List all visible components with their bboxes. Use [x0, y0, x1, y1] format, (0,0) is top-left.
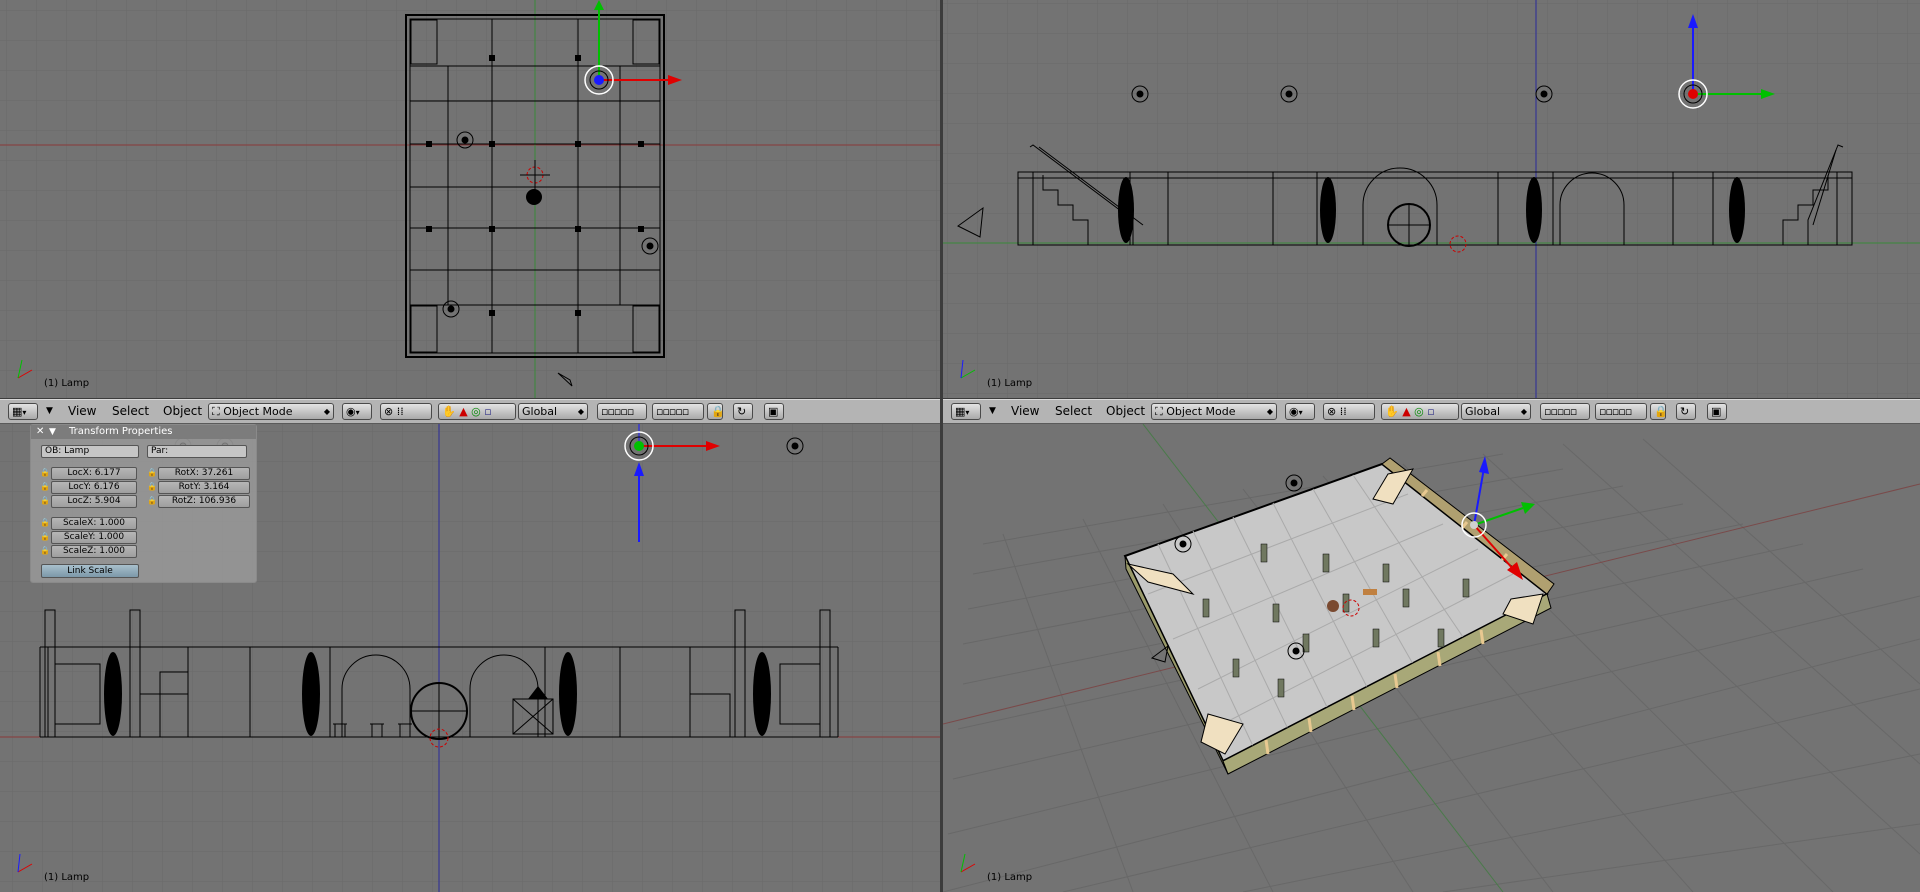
viewport-front-canvas [943, 0, 1920, 398]
lock-icon[interactable]: 🔒 [40, 467, 50, 479]
lock-icon[interactable]: 🔒 [40, 545, 50, 557]
sphere-object [1327, 600, 1339, 612]
render-icon[interactable]: ▣ [1707, 403, 1727, 420]
menu-object[interactable]: Object [159, 403, 206, 420]
layer-buttons-1[interactable]: ▫▫▫▫▫ [597, 403, 647, 420]
lock-icon[interactable]: 🔒 [147, 481, 157, 493]
layer-buttons-2[interactable]: ▫▫▫▫▫ [652, 403, 704, 420]
link-scale-button[interactable]: Link Scale [41, 564, 139, 578]
collapse-icon[interactable]: ▼ [49, 425, 56, 439]
scalez-field[interactable]: ScaleZ: 1.000 [51, 545, 137, 558]
mode-label: Object Mode [1166, 405, 1236, 418]
orientation-label: Global [1465, 405, 1501, 418]
roty-field[interactable]: RotY: 3.164 [158, 481, 250, 494]
lock-icon[interactable]: 🔒 [40, 495, 50, 507]
scaley-field[interactable]: ScaleY: 1.000 [51, 531, 137, 544]
manipulator-icon[interactable]: ✋ ▲ ◎ ▫ [1381, 403, 1459, 420]
menu-select[interactable]: Select [1051, 403, 1096, 420]
header-collapse-icon[interactable]: ▼ [42, 403, 57, 420]
header-collapse-icon[interactable]: ▼ [985, 403, 1000, 420]
viewport-top-canvas [0, 0, 940, 398]
z-arrow-icon [634, 462, 644, 542]
lock-icon[interactable]: 🔒 [707, 403, 723, 420]
viewport-header-right: ▦▾ ▼ View Select Object ⛶ Object Mode ◆ ◉… [943, 399, 1920, 424]
layer-buttons-1[interactable]: ▫▫▫▫▫ [1540, 403, 1590, 420]
menu-object[interactable]: Object [1102, 403, 1149, 420]
lock-icon[interactable]: 🔒 [40, 531, 50, 543]
lock-icon[interactable]: 🔒 [1650, 403, 1666, 420]
stools [333, 723, 412, 737]
orientation-label: Global [522, 405, 558, 418]
shading-icon[interactable]: ◉▾ [342, 403, 372, 420]
close-icon[interactable]: ✕ [36, 425, 44, 439]
orientation-select[interactable]: Global ◆ [1461, 403, 1531, 420]
viewport-status: (1) Lamp [987, 872, 1033, 883]
snap-icon[interactable]: ↻ [733, 403, 753, 420]
locy-field[interactable]: LocY: 6.176 [51, 481, 137, 494]
orientation-select[interactable]: Global ◆ [518, 403, 588, 420]
rotation-pivot-icon[interactable]: ⊗ ⁞⁞ [380, 403, 432, 420]
viewport-status: (1) Lamp [44, 872, 90, 883]
rotz-field[interactable]: RotZ: 106.936 [158, 495, 250, 508]
lock-icon[interactable]: 🔒 [40, 517, 50, 529]
shading-icon[interactable]: ◉▾ [1285, 403, 1315, 420]
snap-icon[interactable]: ↻ [1676, 403, 1696, 420]
window-type-icon[interactable]: ▦▾ [951, 403, 981, 420]
manipulator-icon[interactable]: ✋ ▲ ◎ ▫ [438, 403, 516, 420]
mode-select[interactable]: ⛶ Object Mode ◆ [208, 403, 334, 420]
mode-label: Object Mode [223, 405, 293, 418]
viewport-front[interactable]: (1) Lamp [943, 0, 1920, 398]
window-type-icon[interactable]: ▦▾ [8, 403, 38, 420]
locz-field[interactable]: LocZ: 5.904 [51, 495, 137, 508]
lock-icon[interactable]: 🔒 [147, 467, 157, 479]
menu-select[interactable]: Select [108, 403, 153, 420]
viewport-perspective[interactable]: (1) Lamp [943, 424, 1920, 892]
scalex-field[interactable]: ScaleX: 1.000 [51, 517, 137, 530]
lock-icon[interactable]: 🔒 [40, 481, 50, 493]
rotx-field[interactable]: RotX: 37.261 [158, 467, 250, 480]
locx-field[interactable]: LocX: 6.177 [51, 467, 137, 480]
lock-icon[interactable]: 🔒 [147, 495, 157, 507]
mode-select[interactable]: ⛶ Object Mode ◆ [1151, 403, 1277, 420]
table-object [1363, 589, 1377, 595]
parent-field[interactable]: Par: [147, 445, 247, 458]
object-mode-icon: ⛶ [212, 405, 224, 418]
panel-title-bar[interactable]: ✕ ▼ Transform Properties [31, 425, 256, 439]
layer-buttons-2[interactable]: ▫▫▫▫▫ [1595, 403, 1647, 420]
viewport-perspective-canvas [943, 424, 1920, 892]
viewport-status: (1) Lamp [987, 378, 1033, 389]
menu-view[interactable]: View [64, 403, 100, 420]
render-icon[interactable]: ▣ [764, 403, 784, 420]
rotation-pivot-icon[interactable]: ⊗ ⁞⁞ [1323, 403, 1375, 420]
viewport-header-left: ▦▾ ▼ View Select Object ⛶ Object Mode ◆ ◉… [0, 399, 940, 424]
viewport-status: (1) Lamp [44, 378, 90, 389]
menu-view[interactable]: View [1007, 403, 1043, 420]
object-mode-icon: ⛶ [1155, 405, 1167, 418]
object-name-field[interactable]: OB: Lamp [41, 445, 139, 458]
transform-properties-panel[interactable]: ✕ ▼ Transform Properties OB: Lamp Par: 🔒… [30, 424, 257, 583]
viewport-top[interactable]: (1) Lamp [0, 0, 940, 398]
panel-title: Transform Properties [69, 426, 173, 437]
